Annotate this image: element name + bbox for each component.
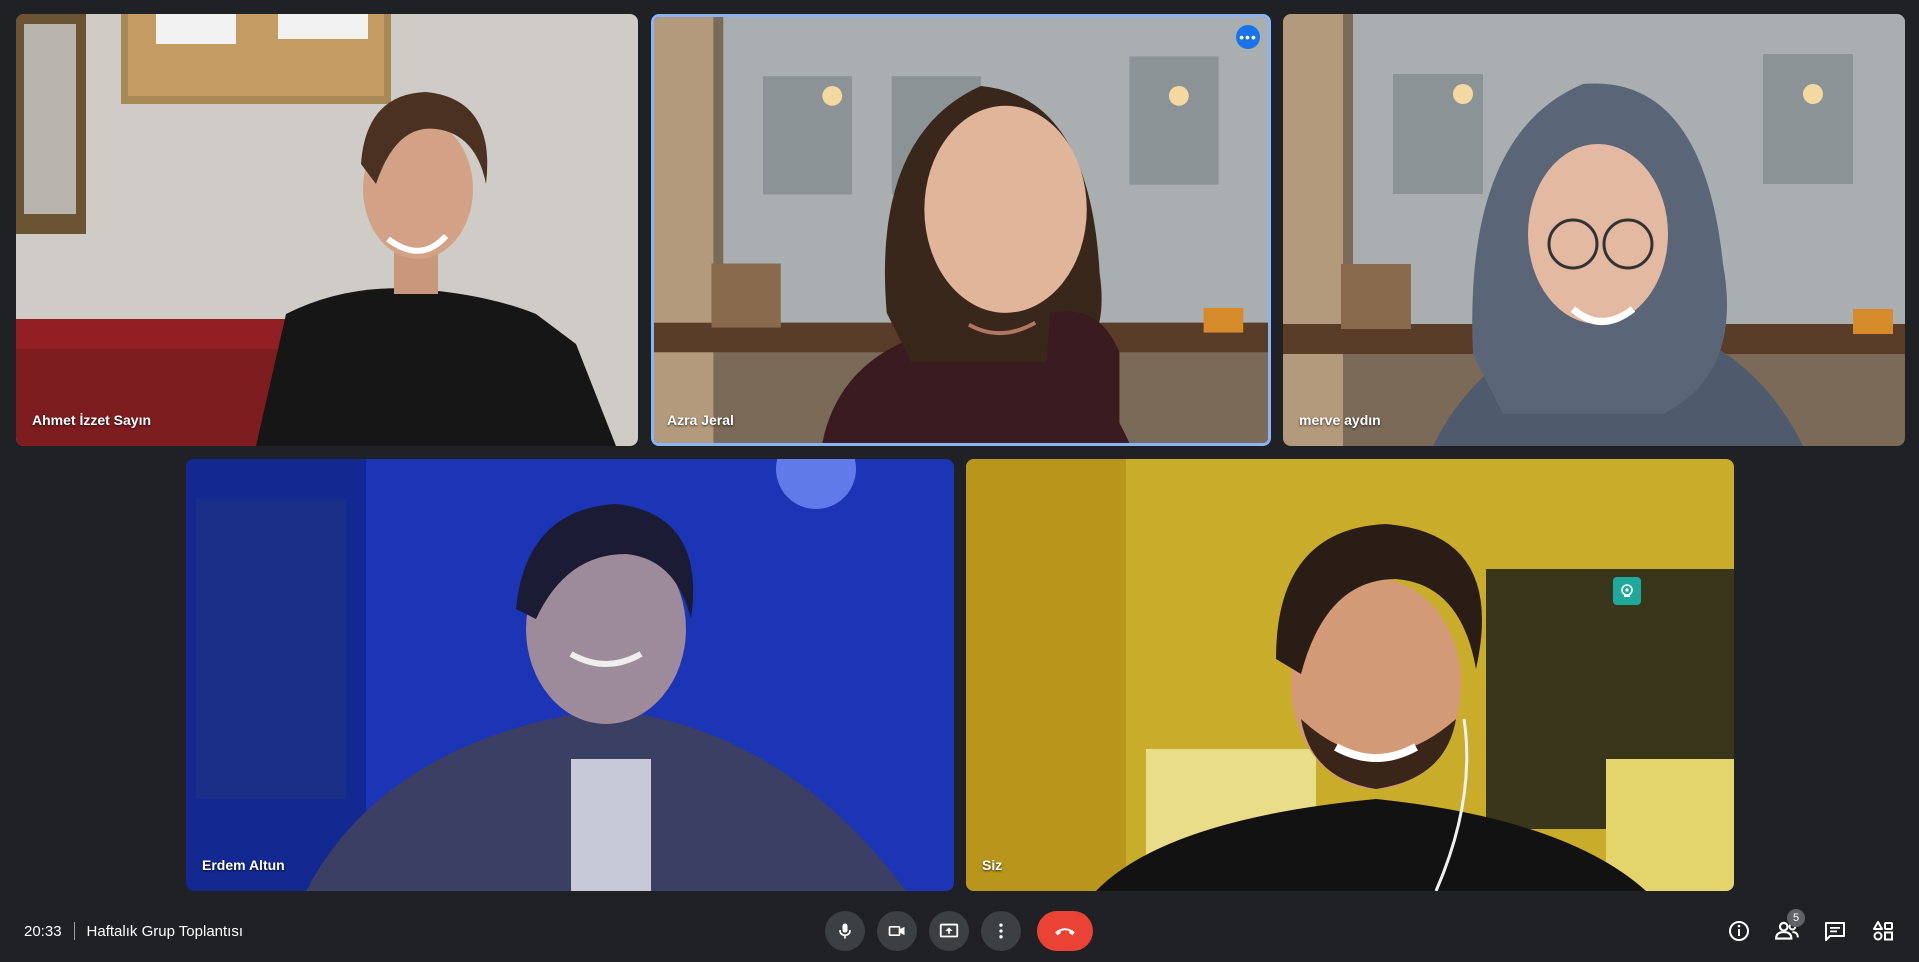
info-icon (1729, 921, 1749, 941)
people-button[interactable]: 5 (1767, 909, 1807, 951)
more-vert-icon (999, 923, 1003, 939)
participant-name: Erdem Altun (202, 857, 285, 873)
camera-button[interactable] (877, 911, 917, 951)
meeting-title: Haftalık Grup Toplantısı (86, 922, 244, 940)
side-tools: 5 (1719, 909, 1903, 951)
video-feed (1283, 14, 1905, 446)
visual-effects-icon[interactable] (1613, 577, 1641, 605)
more-horizontal-icon[interactable]: ••• (1236, 25, 1260, 49)
meeting-time: 20:33 (24, 922, 62, 940)
people-count-badge: 5 (1787, 909, 1805, 927)
chat-icon (1825, 922, 1845, 941)
video-feed (966, 459, 1734, 891)
participant-name: Ahmet İzzet Sayın (32, 412, 152, 428)
participant-tile-ahmet[interactable]: Ahmet İzzet Sayın (16, 14, 638, 446)
participant-tile-self[interactable]: Siz (966, 459, 1734, 891)
meet-window: Ahmet İzzet Sayın ••• Azra Jeral merve a… (0, 0, 1919, 962)
microphone-icon (839, 923, 851, 939)
present-button[interactable] (929, 911, 969, 951)
participant-name: Siz (982, 857, 1003, 873)
participant-name: merve aydın (1299, 412, 1381, 428)
call-controls (825, 911, 1093, 951)
divider (73, 922, 75, 940)
video-feed (16, 14, 638, 446)
participant-name: Azra Jeral (667, 412, 734, 428)
participant-tile-azra[interactable]: ••• Azra Jeral (651, 14, 1271, 446)
activities-icon (1873, 921, 1893, 941)
end-call-icon (1055, 928, 1075, 936)
video-feed (654, 17, 1268, 443)
participant-tile-erdem[interactable]: Erdem Altun (186, 459, 954, 891)
microphone-button[interactable] (825, 911, 865, 951)
video-feed (186, 459, 954, 891)
meeting-toolbar: 20:33 Haftalık Grup Toplantısı 5 (0, 900, 1919, 962)
meeting-details-button[interactable] (1719, 911, 1759, 951)
more-options-button[interactable] (981, 911, 1021, 951)
end-call-button[interactable] (1037, 911, 1093, 951)
present-screen-icon (939, 923, 959, 938)
chat-button[interactable] (1815, 911, 1855, 951)
activities-button[interactable] (1863, 911, 1903, 951)
meeting-info: 20:33 Haftalık Grup Toplantısı (24, 922, 243, 940)
camera-icon (888, 926, 905, 936)
participant-tile-merve[interactable]: merve aydın (1283, 14, 1905, 446)
